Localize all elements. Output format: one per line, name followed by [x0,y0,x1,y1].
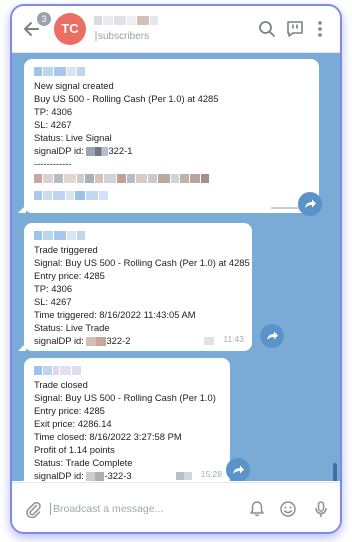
message-text-line: Status: Trade Complete [34,457,133,468]
share-icon [267,331,278,340]
message-bubble[interactable]: Trade triggered Signal: Buy US 500 - Rol… [18,223,252,351]
message-text-line: Time closed: 8/16/2022 3:27:58 PM [34,431,182,442]
bubble-tail [18,343,26,351]
signal-id-line: signalDP id: 322-1 [34,144,311,157]
redacted-content [34,174,311,183]
message-text-line: New signal created [34,80,114,91]
message-text-line: Entry price: 4285 [34,270,105,281]
message-text-line: TP: 4306 [34,106,73,117]
unread-badge: 3 [37,12,51,26]
share-icon [305,199,316,208]
share-button[interactable] [260,324,284,348]
message-text-line: Exit price: 4286.14 [34,418,112,429]
message-text-line: Time triggered: 8/16/2022 11:43:05 AM [34,309,196,320]
message-text-line: Status: Live Trade [34,322,110,333]
time-redacted [176,472,192,480]
comment-icon[interactable] [285,19,305,39]
message-text-line: Signal: Buy US 500 - Rolling Cash (Per 1… [34,257,250,268]
message-text-line: Trade triggered [34,244,98,255]
message-text-line: SL: 4267 [34,296,72,307]
signal-id-line: signalDP id: -322-3 [34,469,222,481]
message-bubble[interactable]: New signal created Buy US 500 - Rolling … [18,59,319,213]
signal-id-suffix: 322-2 [106,335,131,346]
redacted-id [86,147,109,157]
bell-icon[interactable] [248,500,266,518]
message-text-line: Trade closed [34,379,88,390]
redacted-content [34,191,311,200]
message-text-line: Profit of 1.14 points [34,444,115,455]
message-text-line: SL: 4267 [34,119,72,130]
scrollbar[interactable] [333,463,337,481]
chat-header: 3 TC subscribers [12,6,340,53]
message-input-placeholder: Broadcast a message... [53,503,164,515]
time-redacted [204,337,214,345]
redacted-channel-name [34,67,311,76]
bubble-tail [18,478,26,481]
message-bubble[interactable]: Trade closed Signal: Buy US 500 - Rollin… [18,358,230,481]
message-list[interactable]: New signal created Buy US 500 - Rolling … [12,53,340,481]
message-time: 11:43 [223,334,244,344]
separator-line: ------------ [34,158,72,169]
message-time: 15:28 [200,469,222,479]
redacted-id [86,337,107,347]
message-text-line: Status: Live Signal [34,132,112,143]
message-text-line: TP: 4306 [34,283,73,294]
attach-icon[interactable] [24,500,42,518]
message-text-line: Buy US 500 - Rolling Cash (Per 1.0) at 4… [34,93,219,104]
search-icon[interactable] [257,19,277,39]
redacted-channel-name [34,231,244,240]
signal-id-suffix: -322-3 [104,470,132,481]
telegram-window: 3 TC subscribers New signal created Buy … [10,4,342,534]
redacted-channel-name [34,366,222,375]
share-icon [233,465,244,474]
redacted-id [86,472,105,481]
smile-icon[interactable] [279,500,297,518]
more-vertical-icon[interactable] [310,19,330,39]
bubble-tail [18,205,26,213]
channel-title-redacted[interactable] [94,16,158,25]
signal-id-label: signalDP id: [34,335,84,346]
signal-id-suffix: 322-1 [108,145,133,156]
share-button[interactable] [298,192,322,216]
subscribers-label: subscribers [95,31,149,42]
share-button[interactable] [226,458,250,481]
signal-id-label: signalDP id: [34,470,84,481]
message-text-line: Signal: Buy US 500 - Rolling Cash (Per 1… [34,392,216,403]
message-input[interactable]: Broadcast a message... [50,503,164,516]
message-composer: Broadcast a message... [12,482,340,532]
message-text-line: Entry price: 4285 [34,405,105,416]
signal-id-label: signalDP id: [34,145,84,156]
avatar[interactable]: TC [54,13,86,45]
microphone-icon[interactable] [312,500,330,518]
